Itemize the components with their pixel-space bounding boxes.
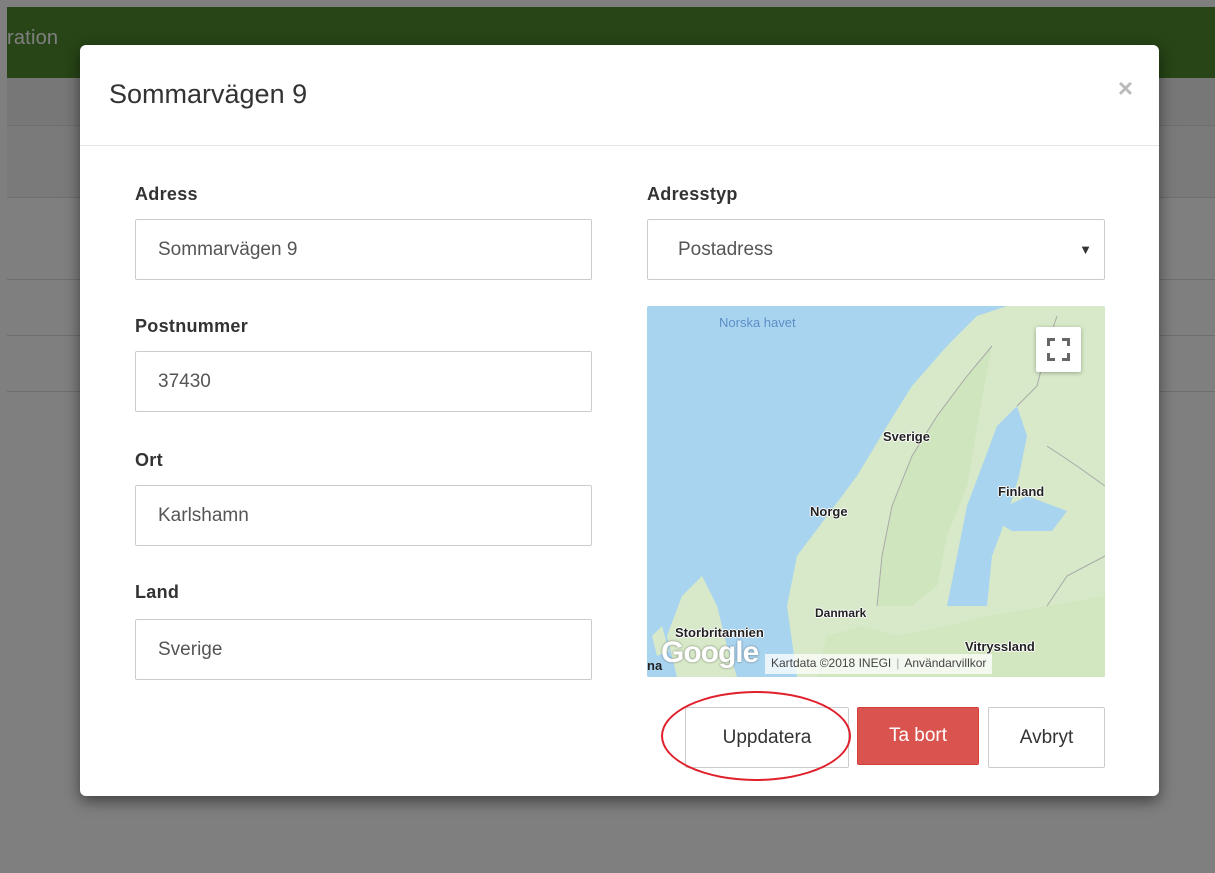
map-label-denmark: Danmark <box>815 606 867 620</box>
map-label-sweden: Sverige <box>883 429 930 444</box>
map-label-norway: Norge <box>810 504 848 519</box>
map-data-credit: Kartdata ©2018 INEGI <box>771 656 892 670</box>
location-map[interactable]: Norska havet Sverige Finland Norge Danma… <box>647 306 1105 677</box>
address-type-select[interactable]: Postadress ▼ <box>647 219 1105 280</box>
caret-down-icon: ▼ <box>1079 242 1092 257</box>
fullscreen-icon[interactable] <box>1036 327 1081 372</box>
map-label-sea: Norska havet <box>719 315 796 330</box>
cancel-button[interactable]: Avbryt <box>988 707 1105 768</box>
edit-address-dialog: Sommarvägen 9 × Adress Postnummer Ort La… <box>80 45 1159 796</box>
map-attribution: Kartdata ©2018 INEGI | Användarvillkor <box>765 654 993 674</box>
postal-code-label: Postnummer <box>135 316 249 336</box>
postal-code-input[interactable] <box>135 351 592 412</box>
city-label: Ort <box>135 450 163 470</box>
update-button[interactable]: Uppdatera <box>685 707 849 768</box>
close-icon[interactable]: × <box>1118 75 1133 101</box>
dialog-title: Sommarvägen 9 <box>109 79 308 109</box>
address-input[interactable] <box>135 219 592 280</box>
map-label-belarus: Vitryssland <box>965 639 1035 654</box>
map-label-edge: na <box>647 658 663 673</box>
terms-link[interactable]: Användarvillkor <box>904 656 986 670</box>
dialog-header: Sommarvägen 9 × <box>80 45 1159 146</box>
city-input[interactable] <box>135 485 592 546</box>
country-label: Land <box>135 582 180 602</box>
address-type-selected: Postadress <box>678 239 774 260</box>
address-label: Adress <box>135 184 198 204</box>
address-type-label: Adresstyp <box>647 184 738 204</box>
delete-button[interactable]: Ta bort <box>857 707 979 765</box>
google-logo: Google <box>661 636 759 669</box>
country-input[interactable] <box>135 619 592 680</box>
map-label-finland: Finland <box>998 484 1045 499</box>
